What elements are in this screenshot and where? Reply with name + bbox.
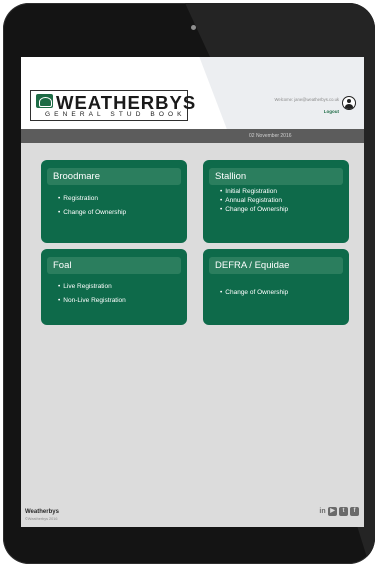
weatherbys-logo[interactable]: WEATHERBYS GENERAL STUD BOOK <box>30 90 195 121</box>
crest-icon <box>36 94 53 108</box>
card-broodmare[interactable]: Broodmare • Registration • Change of Owner… <box>41 160 187 243</box>
site-header: WEATHERBYS GENERAL STUD BOOK Welcome: ja… <box>21 57 364 129</box>
social-links: in ▶ t f <box>318 507 362 517</box>
card-title-foal: Foal <box>53 260 72 271</box>
footer-copyright: ©Weatherbys 2016 <box>25 517 58 521</box>
card-header: Broodmare <box>47 168 181 185</box>
card-list: • Initial Registration • Annual Registrati… <box>220 188 288 213</box>
youtube-icon[interactable]: ▶ <box>328 507 337 516</box>
card-title-stallion: Stallion <box>215 171 247 182</box>
link-broodmare-change-of-ownership[interactable]: • Change of Ownership <box>58 209 126 216</box>
welcome-text: Welcome: jane@weatherbys.co.uk <box>274 97 339 102</box>
card-list: • Registration • Change of Ownership <box>58 195 126 216</box>
card-header: DEFRA / Equidae <box>209 257 343 274</box>
link-foal-non-live-registration[interactable]: • Non-Live Registration <box>58 297 126 304</box>
card-list: • Live Registration • Non-Live Registratio… <box>58 283 126 304</box>
avatar-body <box>344 104 353 109</box>
card-title-defra: DEFRA / Equidae <box>215 260 290 271</box>
date-bar: 02 November 2016 <box>21 129 364 143</box>
card-foal[interactable]: Foal • Live Registration • Non-Live Regist… <box>41 249 187 325</box>
current-date: 02 November 2016 <box>249 133 292 139</box>
link-stallion-initial-registration[interactable]: • Initial Registration <box>220 188 288 195</box>
app-screen: WEATHERBYS GENERAL STUD BOOK Welcome: ja… <box>21 57 364 527</box>
card-defra-equidae[interactable]: DEFRA / Equidae • Change of Ownership <box>203 249 349 325</box>
link-stallion-change-of-ownership[interactable]: • Change of Ownership <box>220 206 288 213</box>
user-avatar-icon[interactable] <box>342 96 356 110</box>
card-header: Foal <box>47 257 181 274</box>
link-foal-live-registration[interactable]: • Live Registration <box>58 283 126 290</box>
linkedin-icon[interactable]: in <box>318 507 327 516</box>
link-defra-change-of-ownership[interactable]: • Change of Ownership <box>220 289 288 296</box>
footer-brand: Weatherbys <box>25 509 59 515</box>
card-header: Stallion <box>209 168 343 185</box>
logout-link[interactable]: Logout <box>247 109 339 114</box>
link-stallion-annual-registration[interactable]: • Annual Registration <box>220 197 288 204</box>
facebook-icon[interactable]: f <box>350 507 359 516</box>
card-list: • Change of Ownership <box>220 289 288 296</box>
twitter-icon[interactable]: t <box>339 507 348 516</box>
card-stallion[interactable]: Stallion • Initial Registration • Annual R… <box>203 160 349 243</box>
logo-subtitle: GENERAL STUD BOOK <box>45 111 186 118</box>
avatar-head <box>346 99 351 103</box>
tablet-frame: WEATHERBYS GENERAL STUD BOOK Welcome: ja… <box>3 3 375 564</box>
card-title-broodmare: Broodmare <box>53 171 100 182</box>
camera-icon <box>191 25 196 30</box>
link-broodmare-registration[interactable]: • Registration <box>58 195 126 202</box>
